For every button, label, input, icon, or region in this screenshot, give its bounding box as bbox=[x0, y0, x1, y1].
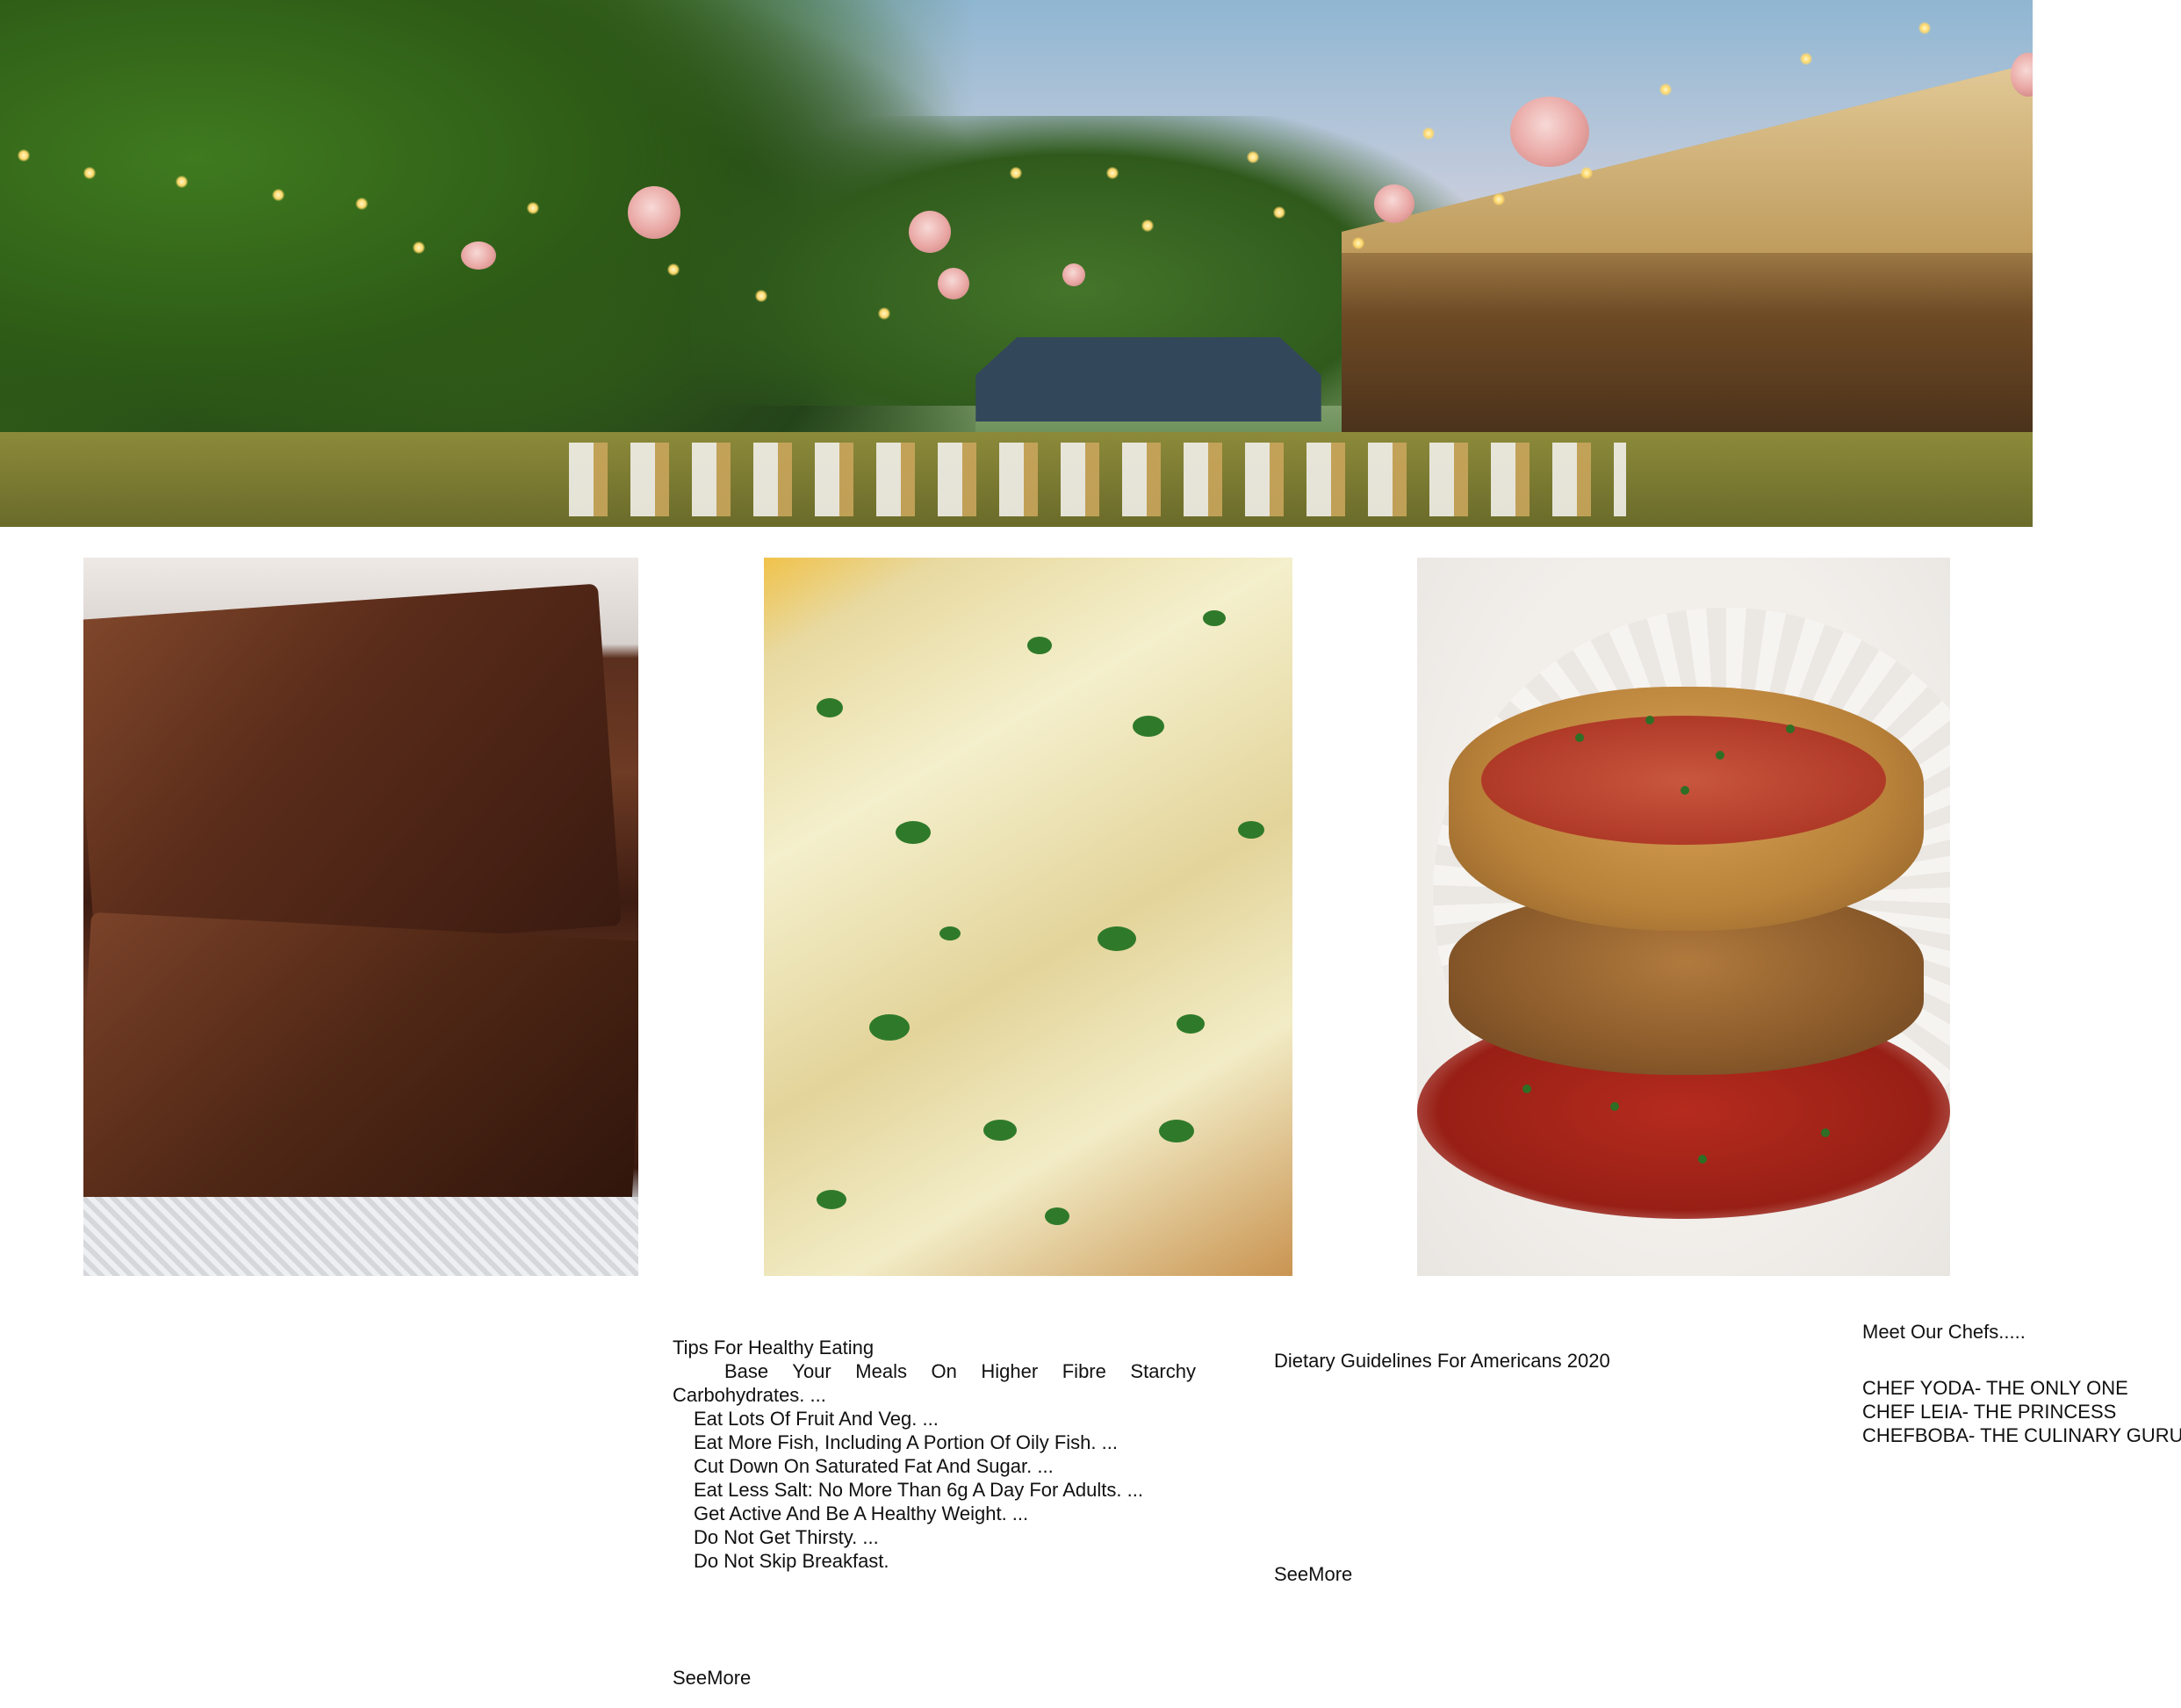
chef-item: CHEF LEIA- THE PRINCESS bbox=[1862, 1401, 2117, 1423]
dietary-see-more-link[interactable]: SeeMore bbox=[1274, 1562, 1352, 1586]
dietary-guidelines: Dietary Guidelines For Americans 2020 bbox=[1274, 1349, 1627, 1373]
eggplant-parmesan-image bbox=[1417, 558, 1950, 1276]
garlic-bread-image bbox=[764, 558, 1292, 1276]
hero-image bbox=[0, 0, 2033, 527]
tip-item: Eat Less Salt: No More Than 6g A Day For… bbox=[694, 1479, 1143, 1501]
tip-item: Cut Down On Saturated Fat And Sugar. ... bbox=[694, 1455, 1054, 1477]
tip-item: Base Your Meals On Higher Fibre Starchy … bbox=[673, 1360, 1196, 1406]
tips-see-more-link[interactable]: SeeMore bbox=[673, 1666, 751, 1690]
dietary-title: Dietary Guidelines For Americans 2020 bbox=[1274, 1350, 1610, 1372]
tips-title: Tips For Healthy Eating bbox=[673, 1337, 875, 1358]
tip-item: Do Not Get Thirsty. ... bbox=[694, 1526, 879, 1548]
chef-item: CHEFBOBA- THE CULINARY GURU bbox=[1862, 1424, 2181, 1446]
healthy-eating-tips: Tips For Healthy Eating Base Your Meals … bbox=[673, 1336, 1196, 1573]
chefs-title: Meet Our Chefs..... bbox=[1862, 1321, 2026, 1343]
tip-item: Get Active And Be A Healthy Weight. ... bbox=[694, 1503, 1029, 1524]
tip-item: Do Not Skip Breakfast. bbox=[694, 1550, 889, 1572]
brownie-image bbox=[83, 558, 638, 1276]
meet-our-chefs: Meet Our Chefs..... CHEF YODA- THE ONLY … bbox=[1862, 1320, 2181, 1447]
tip-item: Eat More Fish, Including A Portion Of Oi… bbox=[694, 1431, 1118, 1453]
tip-item: Eat Lots Of Fruit And Veg. ... bbox=[694, 1408, 939, 1430]
chef-item: CHEF YODA- THE ONLY ONE bbox=[1862, 1377, 2128, 1399]
chefs-spacer bbox=[1862, 1344, 2181, 1367]
chefs-spacer bbox=[1862, 1367, 2181, 1376]
hero-string-lights bbox=[0, 0, 2033, 527]
